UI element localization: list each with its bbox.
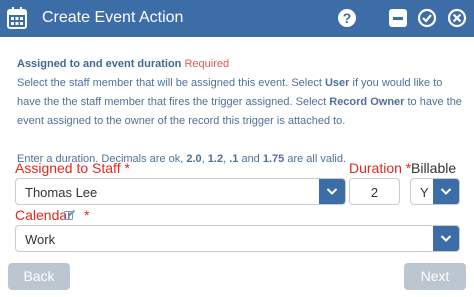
- staff-value: Thomas Lee: [25, 185, 98, 200]
- calendar-value: Work: [25, 232, 56, 247]
- duration-input[interactable]: 2: [349, 178, 400, 205]
- minimize-icon[interactable]: [388, 8, 408, 28]
- instructions: Assigned to and event duration Required …: [17, 55, 462, 169]
- confirm-icon[interactable]: [417, 8, 437, 28]
- required-marker: Required: [184, 58, 230, 70]
- calendar-icon: [7, 7, 27, 29]
- section-heading: Assigned to and event duration: [17, 58, 182, 70]
- record-owner-keyword: Record Owner: [329, 96, 405, 108]
- calendar-dropdown-button[interactable]: [433, 226, 459, 251]
- back-button[interactable]: Back: [8, 263, 70, 290]
- staff-instructions: Select the staff member that will be ass…: [17, 77, 462, 127]
- duration-value: 2: [370, 185, 379, 200]
- billable-dropdown-button[interactable]: [433, 179, 459, 204]
- staff-label: Assigned to Staff *: [15, 160, 130, 176]
- billable-select[interactable]: Y: [410, 178, 460, 205]
- dialog-header: Create Event Action ?: [0, 0, 474, 37]
- close-icon[interactable]: [447, 8, 467, 28]
- billable-value: Y: [420, 185, 429, 200]
- chevron-down-icon: [440, 235, 452, 242]
- calendar-required-star: *: [84, 207, 90, 223]
- svg-text:?: ?: [343, 10, 352, 26]
- staff-dropdown-button[interactable]: [319, 179, 345, 204]
- user-keyword: User: [324, 77, 350, 89]
- next-button[interactable]: Next: [404, 263, 466, 290]
- staff-select[interactable]: Thomas Lee: [15, 178, 346, 205]
- help-icon[interactable]: ?: [337, 8, 357, 28]
- chevron-down-icon: [440, 188, 452, 195]
- billable-label: Billable: [411, 160, 457, 176]
- duration-label: Duration *: [349, 160, 412, 176]
- dialog-title: Create Event Action: [42, 9, 184, 26]
- calendar-select[interactable]: Work: [15, 225, 460, 252]
- chevron-down-icon: [326, 188, 338, 195]
- edit-icon[interactable]: [64, 209, 76, 221]
